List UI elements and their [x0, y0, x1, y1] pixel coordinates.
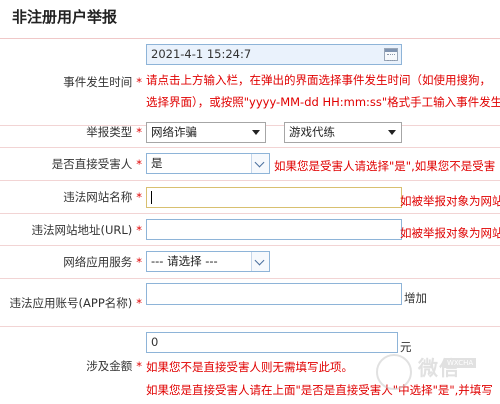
report-type-label: 举报类型 * [0, 117, 146, 147]
add-account-link[interactable]: 增加 [404, 290, 427, 306]
event-time-value: 2021-4-1 15:24:7 [151, 47, 252, 61]
dropdown-chevron-icon[interactable] [251, 252, 269, 271]
site-name-label: 违法网站名称 * [0, 181, 146, 213]
row-event-time: 事件发生时间 * 2021-4-1 15:24:7 请点击上方输入栏，在弹出的界面… [0, 39, 500, 126]
report-type-secondary-value: 游戏代练 [289, 125, 335, 139]
is-victim-label-text: 是否直接受害人 [51, 157, 133, 171]
required-mark: * [136, 157, 142, 171]
report-type-secondary-select[interactable]: 游戏代练 [284, 122, 402, 143]
app-service-label: 网络应用服务 * [0, 246, 146, 278]
amount-hint-1: 如果您不是直接受害人则无需填写此项。 [146, 360, 353, 374]
amount-label: 涉及金额 * [0, 327, 146, 404]
app-service-value: --- 请选择 --- [151, 254, 218, 268]
page-title: 非注册用户举报 [12, 8, 118, 26]
site-name-label-text: 违法网站名称 [63, 190, 133, 204]
calendar-icon[interactable] [384, 48, 398, 61]
site-url-input[interactable] [146, 219, 402, 240]
watermark-logo-icon [376, 354, 412, 390]
app-account-label-text: 违法应用账号(APP名称) [9, 295, 133, 310]
text-cursor [151, 191, 152, 204]
event-time-label-text: 事件发生时间 [63, 75, 133, 89]
required-mark: * [136, 295, 142, 310]
report-type-primary-select[interactable]: 网络诈骗 [146, 122, 266, 143]
app-service-label-text: 网络应用服务 [63, 255, 133, 269]
watermark-badge: WXCHA [444, 358, 477, 368]
site-url-label: 违法网站地址(URL) * [0, 214, 146, 245]
event-time-input[interactable]: 2021-4-1 15:24:7 [146, 44, 402, 65]
report-type-primary-value: 网络诈骗 [151, 125, 197, 139]
amount-value: 0 [151, 335, 159, 349]
dropdown-chevron-icon[interactable] [251, 154, 269, 173]
required-mark: * [136, 125, 142, 139]
required-mark: * [136, 255, 142, 269]
is-victim-label: 是否直接受害人 * [0, 148, 146, 180]
select-caret-icon [252, 130, 260, 135]
app-service-select[interactable]: --- 请选择 --- [146, 251, 270, 272]
required-mark: * [136, 75, 142, 89]
site-name-hint: 如被举报对象为网站 [400, 194, 500, 208]
row-site-url: 违法网站地址(URL) * 如被举报对象为网站 [0, 214, 500, 246]
row-app-account: 违法应用账号(APP名称) * 增加 [0, 279, 500, 327]
row-site-name: 违法网站名称 * 如被举报对象为网站 [0, 181, 500, 214]
amount-input[interactable]: 0 [146, 332, 398, 353]
required-mark: * [136, 190, 142, 204]
site-name-input[interactable] [146, 187, 402, 208]
site-url-hint: 如被举报对象为网站 [400, 226, 500, 240]
event-time-hint-1: 请点击上方输入栏，在弹出的界面选择事件发生时间（如使用搜狗， [146, 73, 491, 87]
required-mark: * [136, 222, 142, 237]
is-victim-hint: 如果您是受害人请选择"是",如果您不是受害 [274, 159, 496, 173]
is-victim-select[interactable]: 是 [146, 153, 270, 174]
is-victim-value: 是 [151, 156, 163, 170]
amount-label-text: 涉及金额 [86, 358, 133, 373]
required-mark: * [136, 358, 142, 373]
select-caret-icon [388, 130, 396, 135]
app-account-label: 违法应用账号(APP名称) * [0, 279, 146, 326]
row-is-victim: 是否直接受害人 * 是 如果您是受害人请选择"是",如果您不是受害 [0, 148, 500, 181]
event-time-label: 事件发生时间 * [0, 39, 146, 125]
row-report-type: 举报类型 * 网络诈骗 游戏代练 [0, 117, 500, 148]
event-time-hint-2: 选择界面），或按照"yyyy-MM-dd HH:mm:ss"格式手工输入事件发生… [146, 95, 500, 109]
wechat-watermark: 微信 WXCHA [374, 350, 494, 396]
report-type-label-text: 举报类型 [86, 125, 133, 139]
app-account-input[interactable] [146, 283, 402, 305]
row-app-service: 网络应用服务 * --- 请选择 --- [0, 246, 500, 279]
site-url-label-text: 违法网站地址(URL) [31, 222, 133, 237]
